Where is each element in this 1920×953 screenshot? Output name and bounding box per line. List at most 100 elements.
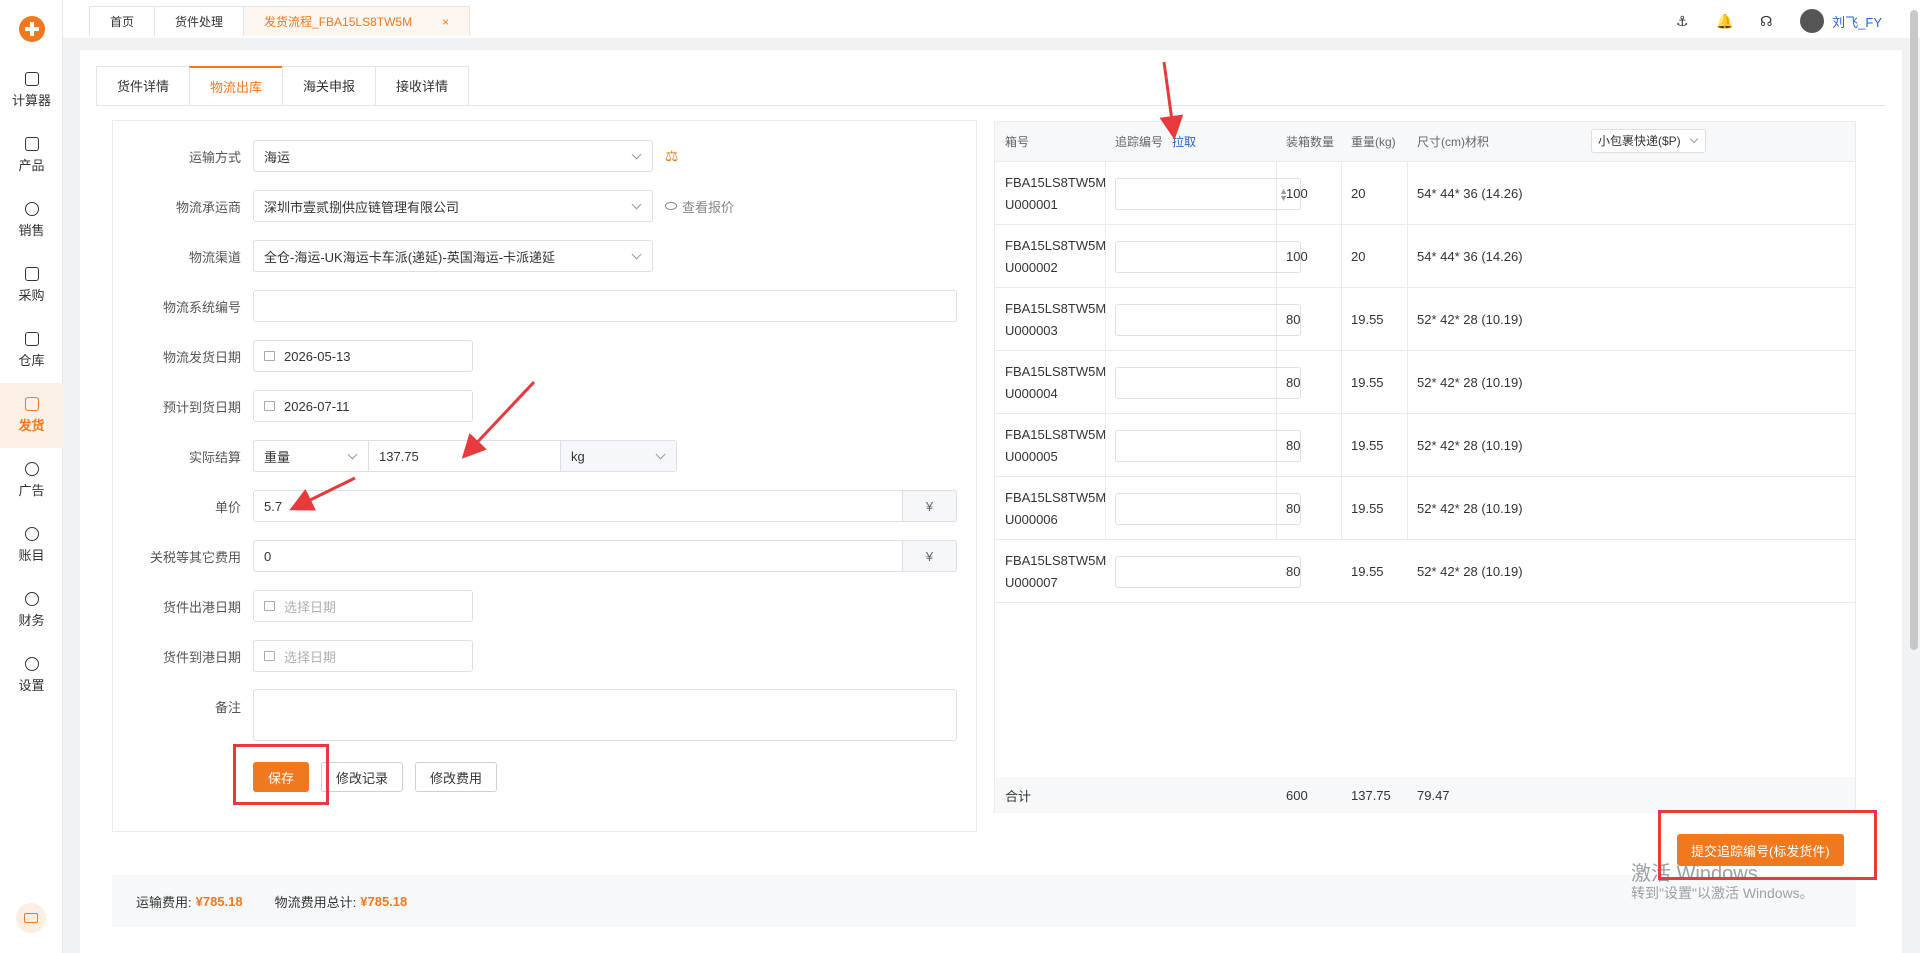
nav-calculator[interactable]: 计算器 [0,58,63,123]
nav-purchase[interactable]: 采购 [0,253,63,318]
headset-icon[interactable]: ☊ [1758,13,1774,29]
tracking-cell [1115,540,1301,603]
col-weight: 重量(kg) [1351,135,1396,149]
scrollbar[interactable] [1910,10,1918,650]
table-row: FBA15LS8TW5M U000006 80 19.55 52* 42* 28 (10… [995,477,1855,540]
ship-date-picker[interactable]: 2026-05-13 [253,340,473,372]
person-ship-icon [24,397,39,411]
chevron-down-icon [1689,134,1698,144]
subtab-receive[interactable]: 接收详情 [375,66,470,106]
close-icon[interactable]: × [442,15,449,29]
settle-label: 实际结算 [188,449,241,465]
bell-icon[interactable]: 🔔 [1716,13,1733,29]
logo-icon [18,16,45,42]
tracking-input[interactable]: ▲ ▼ [1115,177,1301,210]
scale-icon[interactable]: ⚖ [665,147,678,165]
box-number-line2: U000007 [1005,574,1058,590]
tax-value: 0 [264,548,272,564]
anchor-icon[interactable]: ⚓ [1674,13,1690,29]
tracking-input[interactable] [1115,240,1301,273]
tab-label: 发货流程_FBA15LS8TW5M [264,15,413,29]
settle-unit-value: kg [571,448,585,464]
qty-cell: 80 [1286,312,1301,327]
settle-unit-select[interactable]: kg [561,440,677,472]
monitor-button[interactable] [16,903,46,933]
weight-cell: 19.55 [1351,375,1384,390]
arrive-date-picker[interactable]: 选择日期 [253,640,473,672]
top-bar: 首页 货件处理 发货流程_FBA15LS8TW5M × ⚓ 🔔 ☊ 刘飞_FY [63,0,1920,38]
edit-fee-button[interactable]: 修改费用 [415,762,498,792]
divider [96,105,1886,106]
weight-cell: 19.55 [1351,312,1384,327]
subtab-customs[interactable]: 海关申报 [282,66,377,106]
tab-shipment[interactable]: 货件处理 [154,6,245,36]
tracking-cell [1115,477,1301,540]
price-input[interactable]: 5.7 [253,490,903,522]
calculator-icon [24,72,39,86]
size-cell: 52* 42* 28 (10.19) [1417,312,1523,327]
sysno-input[interactable] [253,290,957,322]
nav-label: 财务 [18,613,45,628]
tracking-input[interactable] [1115,429,1301,462]
size-cell: 52* 42* 28 (10.19) [1417,438,1523,453]
col-qty: 装箱数量 [1286,135,1335,149]
nav-label: 设置 [18,678,45,693]
box-number-line1: FBA15LS8TW5M [1005,174,1107,190]
nav-settings[interactable]: 设置 [0,643,63,708]
settle-type-select[interactable]: 重量 [253,440,369,472]
ship-date-value: 2026-05-13 [284,348,351,364]
subtab-shipment-detail[interactable]: 货件详情 [96,66,191,106]
tab-shipping-flow[interactable]: 发货流程_FBA15LS8TW5M × [243,6,471,36]
box-number-line1: FBA15LS8TW5M [1005,237,1107,253]
nav-finance[interactable]: 财务 [0,578,63,643]
freight-label: 运输费用: [136,894,192,910]
total-volume: 79.47 [1417,787,1450,803]
total-label: 合计 [1005,788,1032,804]
subtab-logistics[interactable]: 物流出库 [189,66,284,106]
nav-label: 采购 [18,288,45,303]
nav-sales[interactable]: 销售 [0,188,63,253]
nav-product[interactable]: 产品 [0,123,63,188]
nav-warehouse[interactable]: 仓库 [0,318,63,383]
box-number: FBA15LS8TW5M U000006 [1005,477,1106,540]
tracking-input[interactable] [1115,555,1301,588]
eta-date-picker[interactable]: 2026-07-11 [253,390,473,422]
table-footer: 合计 600 137.75 79.47 [995,777,1855,813]
basket-icon [24,267,39,281]
nav-label: 账目 [18,548,45,563]
depart-date-label: 货件出港日期 [162,599,241,615]
box-number-line1: FBA15LS8TW5M [1005,363,1107,379]
table-header: 箱号 追踪编号 拉取 装箱数量 重量(kg) 尺寸(cm)材积 小包裹快递($P… [995,122,1855,162]
table-row: FBA15LS8TW5M U000003 80 19.55 52* 42* 28 (10… [995,288,1855,351]
freight-value: ¥785.18 [195,893,243,909]
view-quote-link[interactable]: 查看报价 [665,197,734,216]
remark-label: 备注 [214,700,241,715]
user-menu[interactable]: 刘飞_FY [1800,9,1882,33]
carrier-select[interactable]: 深圳市壹贰捌供应链管理有限公司 [253,190,653,222]
size-cell: 54* 44* 36 (14.26) [1417,186,1523,201]
chart-icon [24,202,39,216]
nav-label: 销售 [18,223,45,238]
tab-home[interactable]: 首页 [89,6,156,36]
box-number-line1: FBA15LS8TW5M [1005,300,1107,316]
nav-accounts[interactable]: 账目 [0,513,63,578]
nav-ads[interactable]: 广告 [0,448,63,513]
pull-link[interactable]: 拉取 [1172,122,1196,162]
history-button[interactable]: 修改记录 [321,762,404,792]
settle-value-input[interactable]: 137.75 [369,440,561,472]
tracking-input[interactable] [1115,492,1301,525]
tracking-input[interactable] [1115,366,1301,399]
app-logo[interactable] [0,0,63,58]
nav-shipping[interactable]: 发货 [0,383,63,448]
channel-select[interactable]: 全仓-海运-UK海运卡车派(递延)-英国海运-卡派递延 [253,240,653,272]
size-type-select[interactable]: 小包裹快递($P) [1591,129,1706,153]
currency-suffix: ¥ [903,540,957,572]
tax-input[interactable]: 0 [253,540,903,572]
cost-summary: 运输费用: ¥785.18 物流费用总计: ¥785.18 [112,875,1856,927]
size-cell: 52* 42* 28 (10.19) [1417,375,1523,390]
tracking-input[interactable] [1115,303,1301,336]
transport-select[interactable]: 海运 [253,140,653,172]
nav-label: 广告 [18,483,45,498]
remark-textarea[interactable] [253,689,957,741]
depart-date-picker[interactable]: 选择日期 [253,590,473,622]
